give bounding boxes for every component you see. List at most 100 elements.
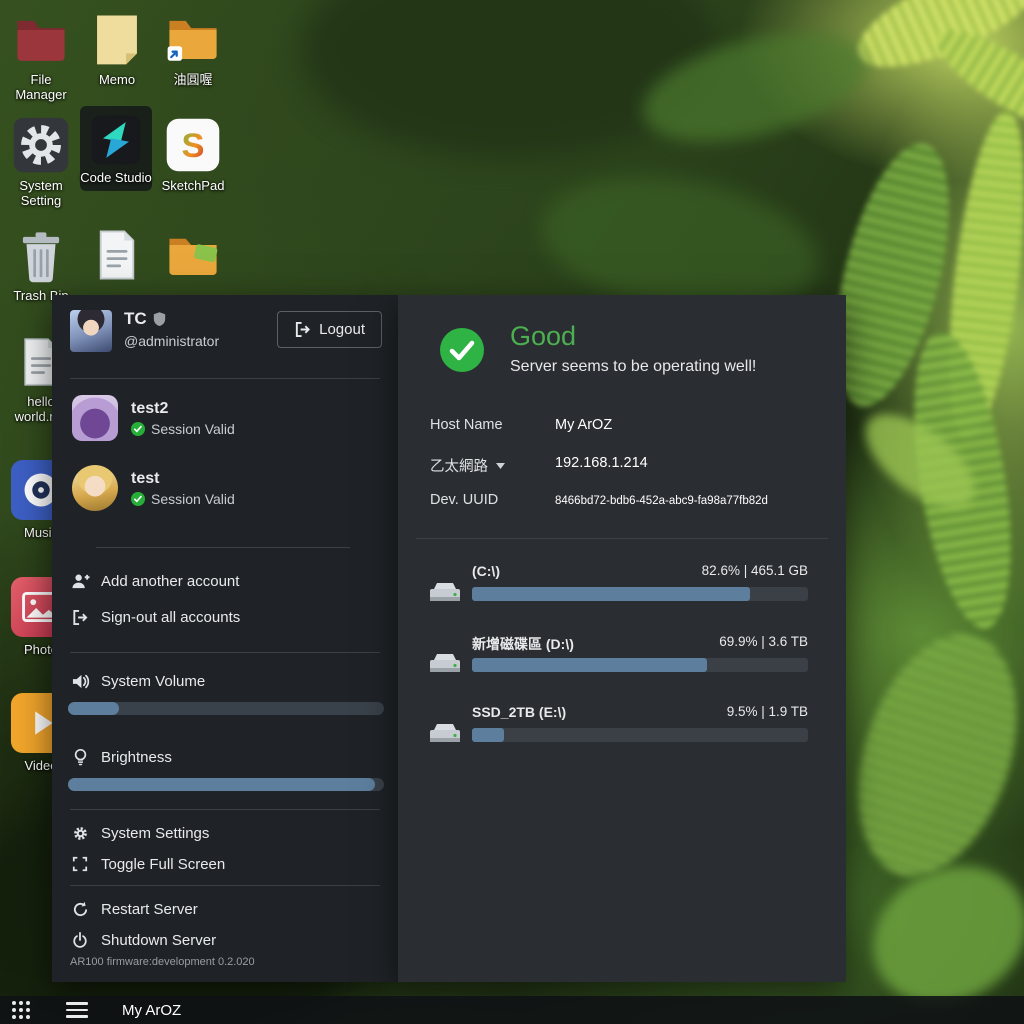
- session-valid-check-icon: [131, 422, 145, 436]
- bulb-icon: [70, 748, 90, 766]
- info-label: 乙太網路: [430, 455, 488, 476]
- divider: [416, 538, 828, 539]
- info-row-hostname: Host Name My ArOZ: [430, 417, 814, 437]
- document-icon: [84, 226, 150, 284]
- user-name-row: TC: [124, 309, 166, 329]
- desktop-icon-shortcut-folder[interactable]: 油圓喔: [160, 6, 226, 91]
- menu-item-shutdown-server[interactable]: Shutdown Server: [70, 928, 380, 952]
- account-row-test2[interactable]: test2 Session Valid: [72, 395, 235, 441]
- disk-row-e[interactable]: SSD_2TB (E:\) 9.5% | 1.9 TB: [428, 704, 808, 762]
- desktop-icon-system-setting[interactable]: System Setting: [8, 112, 74, 213]
- folder-red-icon: [8, 10, 74, 68]
- account-row-test[interactable]: test Session Valid: [72, 465, 235, 511]
- desktop-icon-file-manager[interactable]: File Manager: [8, 6, 74, 107]
- menu-item-toggle-fullscreen[interactable]: Toggle Full Screen: [70, 852, 380, 876]
- drive-icon: [428, 650, 462, 676]
- desktop-icon-folder-notes[interactable]: [160, 222, 226, 292]
- info-value: My ArOZ: [555, 417, 612, 433]
- firmware-version: AR100 firmware:development 0.2.020: [70, 956, 255, 968]
- disk-usage: 69.9% | 3.6 TB: [719, 634, 808, 649]
- account-name: test: [131, 470, 235, 488]
- folder-notes-icon: [160, 226, 226, 284]
- menu-item-label: Sign-out all accounts: [101, 609, 240, 626]
- menu-item-brightness: Brightness: [70, 745, 380, 769]
- info-value: 192.168.1.214: [555, 455, 648, 471]
- brightness-slider-fill: [68, 778, 375, 791]
- menu-item-label: System Volume: [101, 673, 205, 690]
- menu-item-label: Shutdown Server: [101, 932, 216, 949]
- logout-button[interactable]: Logout: [277, 311, 382, 348]
- brightness-slider[interactable]: [68, 778, 384, 791]
- session-status: Session Valid: [151, 421, 235, 437]
- disk-row-c[interactable]: (C:\) 82.6% | 465.1 GB: [428, 563, 808, 621]
- desktop-icon-document[interactable]: [84, 222, 150, 292]
- disk-usage-bar-fill: [472, 728, 504, 742]
- desktop-icon-label: File Manager: [8, 72, 74, 103]
- chevron-down-icon: [496, 463, 505, 469]
- desktop-icon-label: SketchPad: [160, 178, 226, 193]
- drive-icon: [428, 720, 462, 746]
- desktop-icon-sketchpad[interactable]: S SketchPad: [160, 112, 226, 197]
- menu-item-system-volume: System Volume: [70, 669, 380, 693]
- divider: [96, 547, 350, 548]
- user-menu-panel: TC @administrator Logout test2 Session V…: [52, 295, 398, 982]
- disk-usage-bar: [472, 658, 808, 672]
- disk-name: (C:\): [472, 563, 500, 579]
- gear-icon: [8, 116, 74, 174]
- desktop-icon-label: Code Studio: [80, 170, 152, 185]
- drive-icon: [428, 579, 462, 605]
- menu-item-system-settings[interactable]: System Settings: [70, 821, 380, 845]
- menu-button[interactable]: [66, 1002, 88, 1018]
- gear-icon: [70, 825, 90, 842]
- user-handle: @administrator: [124, 333, 219, 349]
- divider: [70, 652, 380, 653]
- disk-usage-bar-fill: [472, 587, 750, 601]
- restart-icon: [70, 901, 90, 918]
- taskbar: My ArOZ: [0, 996, 1024, 1024]
- session-valid-check-icon: [131, 492, 145, 506]
- desktop-icon-code-studio[interactable]: Code Studio: [80, 106, 152, 191]
- divider: [70, 809, 380, 810]
- status-ok-icon: [440, 328, 484, 372]
- status-title: Good: [510, 321, 576, 352]
- account-avatar: [72, 465, 118, 511]
- foliage-shape: [830, 614, 1024, 897]
- disk-usage-bar-fill: [472, 658, 707, 672]
- trash-icon: [8, 226, 74, 284]
- app-launcher-button[interactable]: [12, 1001, 30, 1019]
- network-interface-dropdown[interactable]: 乙太網路: [430, 455, 505, 476]
- admin-shield-icon: [153, 312, 166, 327]
- menu-item-label: System Settings: [101, 825, 209, 842]
- menu-item-add-account[interactable]: Add another account: [70, 569, 380, 593]
- info-value: 8466bd72-bdb6-452a-abc9-fa98a77fb82d: [555, 495, 768, 507]
- sign-out-icon: [70, 609, 90, 626]
- info-label: Dev. UUID: [430, 492, 498, 508]
- disk-name: SSD_2TB (E:\): [472, 704, 566, 720]
- fullscreen-icon: [70, 856, 90, 872]
- folder-shortcut-icon: [160, 10, 226, 68]
- divider: [70, 378, 380, 379]
- add-user-icon: [70, 573, 90, 590]
- menu-item-label: Toggle Full Screen: [101, 856, 225, 873]
- power-icon: [70, 932, 90, 949]
- speaker-icon: [70, 673, 90, 690]
- info-row-uuid: Dev. UUID 8466bd72-bdb6-452a-abc9-fa98a7…: [430, 492, 814, 512]
- desktop-icon-memo[interactable]: Memo: [84, 6, 150, 91]
- session-status: Session Valid: [151, 491, 235, 507]
- sketchpad-icon: S: [160, 116, 226, 174]
- user-name: TC: [124, 309, 147, 329]
- disk-row-d[interactable]: 新增磁碟區 (D:\) 69.9% | 3.6 TB: [428, 634, 808, 692]
- disk-usage: 9.5% | 1.9 TB: [727, 704, 808, 719]
- account-avatar: [72, 395, 118, 441]
- volume-slider[interactable]: [68, 702, 384, 715]
- volume-slider-fill: [68, 702, 119, 715]
- user-avatar: [70, 310, 112, 352]
- disk-usage-bar: [472, 728, 808, 742]
- server-status-panel: Good Server seems to be operating well! …: [398, 295, 846, 982]
- logout-label: Logout: [319, 321, 365, 338]
- menu-item-signout-all[interactable]: Sign-out all accounts: [70, 605, 380, 629]
- menu-item-label: Add another account: [101, 573, 239, 590]
- menu-item-label: Brightness: [101, 749, 172, 766]
- menu-item-restart-server[interactable]: Restart Server: [70, 897, 380, 921]
- account-name: test2: [131, 400, 235, 418]
